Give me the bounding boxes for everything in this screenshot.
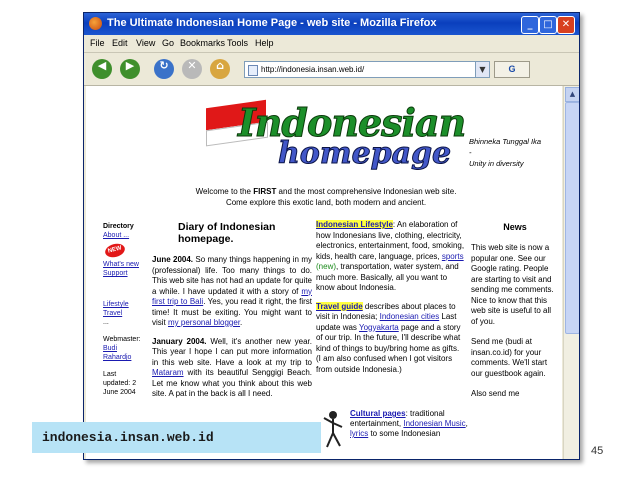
scroll-thumb[interactable]: [565, 102, 579, 334]
nav-about-link[interactable]: About ...: [103, 232, 129, 239]
reload-icon[interactable]: ↻: [154, 59, 174, 79]
cultural-section: Cultural pages: traditional entertainmen…: [322, 409, 472, 459]
diary-text: .: [240, 318, 243, 327]
menu-edit[interactable]: Edit: [112, 38, 128, 48]
news-paragraph-2: Send me (budi at insan.co.id) for your c…: [471, 337, 548, 378]
maximize-button[interactable]: □: [539, 16, 557, 34]
cultural-text: Cultural pages: traditional entertainmen…: [350, 409, 470, 439]
nav-travel-link[interactable]: Travel: [103, 310, 122, 317]
firefox-icon: [89, 17, 102, 30]
close-button[interactable]: ✕: [557, 16, 575, 34]
site-logo: Indonesian homepage: [206, 100, 467, 174]
webmaster-link-first[interactable]: Budi: [103, 345, 117, 352]
menu-help[interactable]: Help: [255, 38, 274, 48]
travel-section: Travel guide describes about places to v…: [316, 301, 466, 376]
minimize-button[interactable]: _: [521, 16, 539, 34]
welcome-bold: FIRST: [253, 187, 277, 196]
motto-line1: Bhinneka Tunggal Ika: [469, 137, 541, 146]
nav-directory-heading: Directory: [103, 223, 134, 230]
welcome-line2: Come explore this exotic land, both mode…: [225, 198, 427, 207]
travel-guide-link[interactable]: Travel guide: [316, 301, 363, 311]
news-paragraph-3: Also send me: [471, 389, 520, 398]
motto-line2: -: [469, 148, 472, 157]
back-arrow-icon[interactable]: ◀: [92, 59, 112, 79]
scroll-up-icon[interactable]: ▲: [565, 87, 579, 102]
logo-word-homepage: homepage: [277, 136, 452, 172]
menu-go[interactable]: Go: [162, 38, 174, 48]
title-bar: The Ultimate Indonesian Home Page - web …: [84, 13, 579, 35]
news-column: News This web site is now a popular one.…: [471, 222, 559, 410]
vertical-scrollbar[interactable]: ▲: [563, 86, 579, 459]
diary-entry-january: January 2004. Well, it's another new yea…: [152, 337, 312, 400]
page-icon: [248, 65, 258, 76]
welcome-text: Welcome to the FIRST and the most compre…: [126, 186, 526, 208]
nav-whats-new-link[interactable]: What's new: [103, 261, 139, 268]
yogyakarta-link[interactable]: Yogyakarta: [359, 323, 399, 332]
menu-file[interactable]: File: [90, 38, 105, 48]
url-input[interactable]: http://indonesia.insan.web.id/: [244, 61, 476, 78]
url-text: http://indonesia.insan.web.id/: [261, 65, 365, 74]
middle-column: Indonesian Lifestyle: An elaboration of …: [316, 220, 466, 383]
diary-date-june: June 2004.: [152, 255, 194, 264]
go-button[interactable]: G: [494, 61, 530, 78]
cultural-pages-link[interactable]: Cultural pages: [350, 409, 406, 418]
url-caption: indonesia.insan.web.id: [32, 422, 321, 453]
lifestyle-link[interactable]: Indonesian Lifestyle: [316, 220, 393, 229]
browser-window: The Ultimate Indonesian Home Page - web …: [83, 12, 580, 460]
navigation-toolbar: ◀ ▶ ↻ ✕ ⌂ http://indonesia.insan.web.id/…: [84, 53, 579, 86]
webmaster-link-last[interactable]: Rahardjo: [103, 354, 131, 361]
home-icon[interactable]: ⌂: [210, 59, 230, 79]
sports-link[interactable]: sports: [442, 252, 464, 261]
menu-view[interactable]: View: [136, 38, 155, 48]
webmaster-label: Webmaster:: [103, 336, 141, 343]
motto: Bhinneka Tunggal Ika - Unity in diversit…: [469, 136, 559, 169]
welcome-pre: Welcome to the: [195, 187, 254, 196]
cultural-desc: to some Indonesian: [368, 429, 441, 438]
dancer-icon: [323, 411, 343, 448]
menu-bar: File Edit View Go Bookmarks Tools Help: [84, 35, 579, 53]
diary-column: Diary of Indonesian homepage. June 2004.…: [152, 221, 312, 408]
nav-support-link[interactable]: Support: [103, 270, 128, 277]
music-link[interactable]: Indonesian Music: [403, 419, 465, 428]
menu-tools[interactable]: Tools: [227, 38, 248, 48]
lifestyle-section: Indonesian Lifestyle: An elaboration of …: [316, 220, 466, 294]
diary-entry-june: June 2004. So many things happening in m…: [152, 255, 312, 329]
nav-more: ...: [103, 319, 109, 326]
news-title: News: [503, 222, 527, 232]
cities-link[interactable]: Indonesian cities: [380, 312, 440, 321]
mataram-link[interactable]: Mataram: [152, 368, 184, 377]
lyrics-link[interactable]: lyrics: [350, 429, 368, 438]
new-tag: (new): [316, 262, 337, 271]
url-dropdown-button[interactable]: ▼: [475, 61, 490, 78]
diary-date-january: January 2004.: [152, 336, 207, 346]
new-badge: NEW: [103, 241, 127, 260]
last-updated-line3: June 2004: [103, 389, 136, 396]
left-navigation: Directory About ... NEW What's new Suppo…: [103, 222, 143, 397]
motto-line3: Unity in diversity: [469, 159, 524, 168]
window-title: The Ultimate Indonesian Home Page - web …: [107, 17, 437, 29]
cultural-sep: ,: [465, 419, 468, 428]
last-updated-line2: updated: 2: [103, 380, 137, 387]
welcome-post: and the most comprehensive Indonesian we…: [276, 187, 457, 196]
last-updated-line1: Last: [103, 371, 117, 378]
menu-bookmarks[interactable]: Bookmarks: [180, 38, 225, 48]
stop-icon[interactable]: ✕: [182, 59, 202, 79]
blogger-link[interactable]: my personal blogger: [168, 318, 240, 327]
slide-page-number: 45: [591, 445, 604, 457]
forward-arrow-icon[interactable]: ▶: [120, 59, 140, 79]
lifestyle-text: , transportation, water system, and much…: [316, 262, 459, 292]
nav-lifestyle-link[interactable]: Lifestyle: [103, 301, 129, 308]
news-paragraph-1: This web site is now a popular one. See …: [471, 243, 554, 326]
page-content: Indonesian homepage Bhinneka Tunggal Ika…: [86, 86, 562, 459]
diary-title: Diary of Indonesian homepage.: [178, 221, 276, 245]
